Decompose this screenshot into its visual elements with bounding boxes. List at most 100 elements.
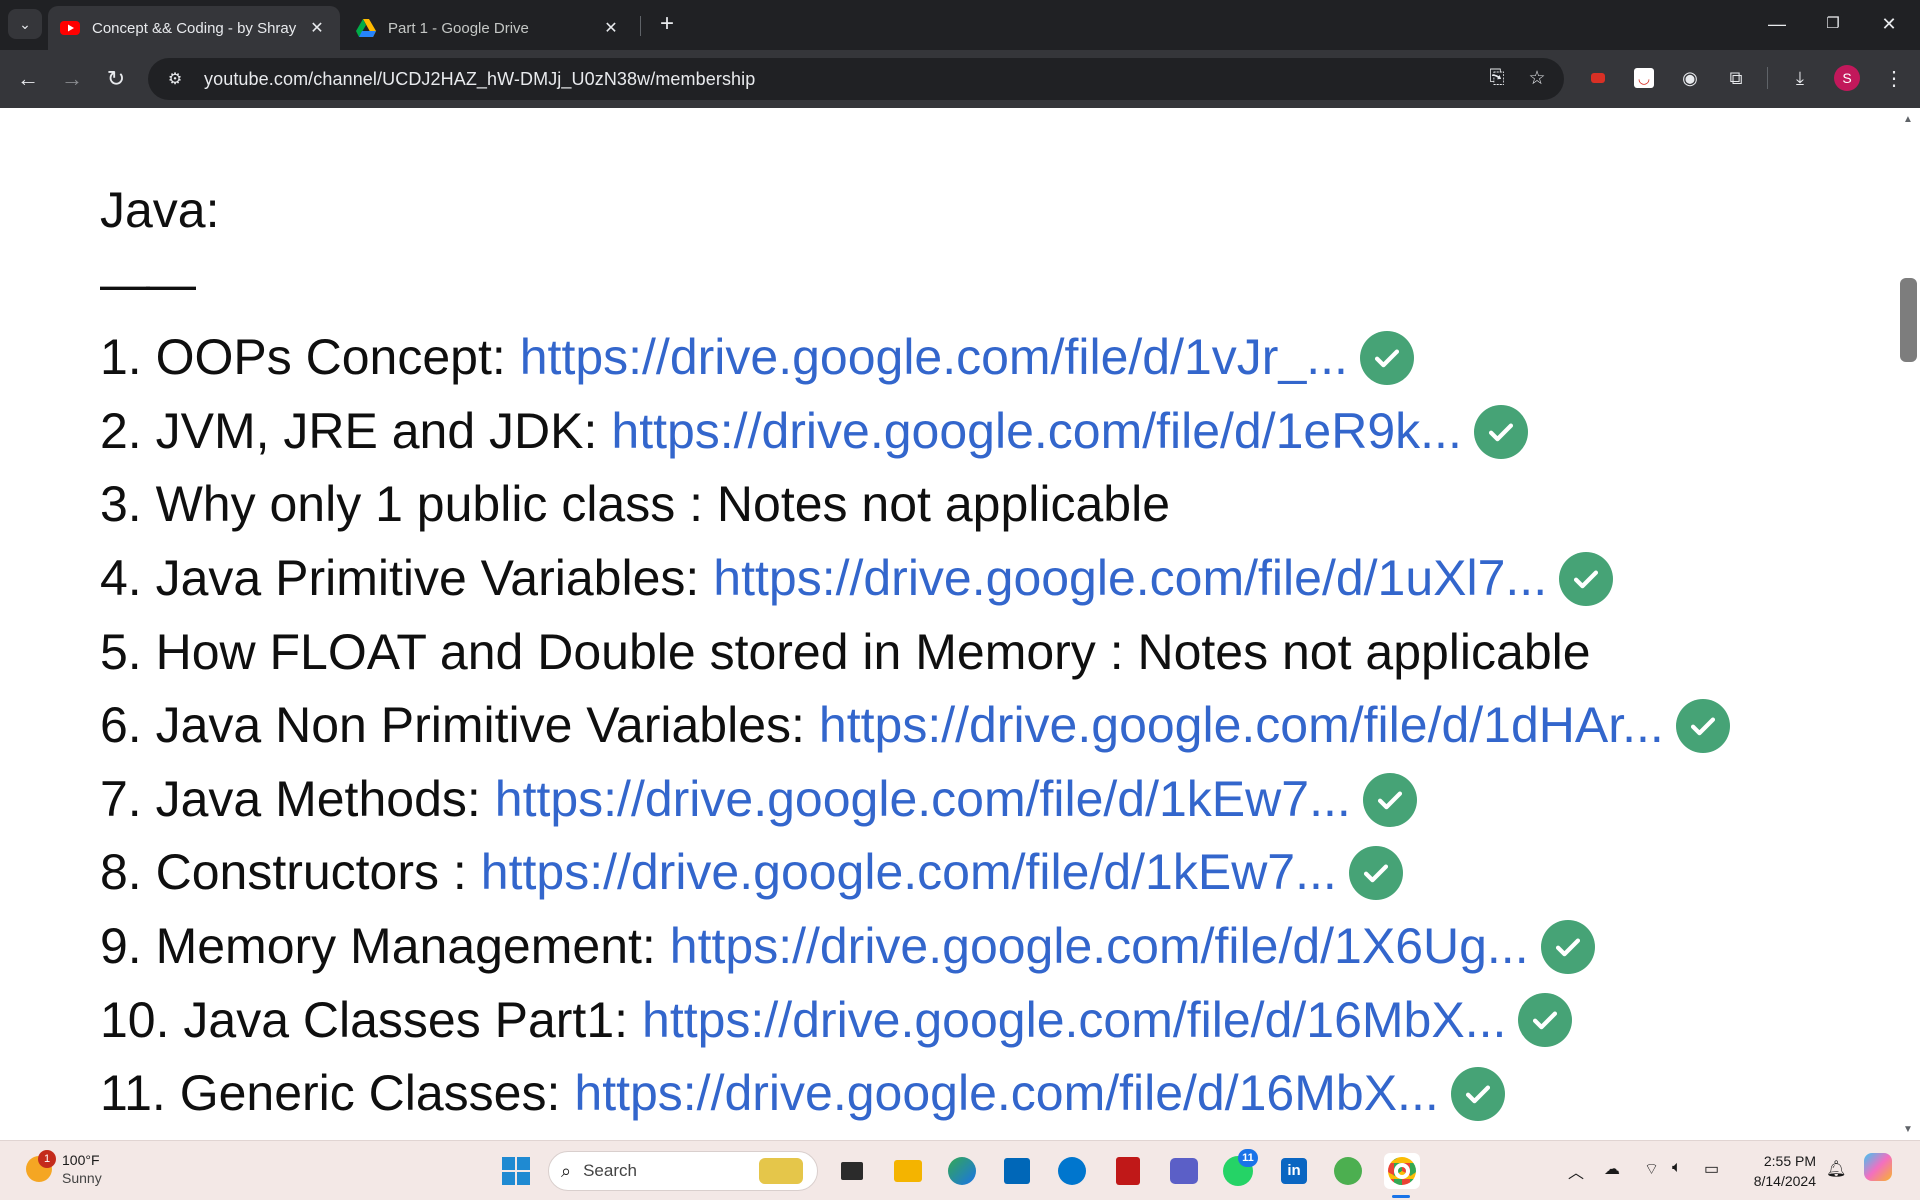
- edge-icon[interactable]: [944, 1153, 980, 1189]
- corn-doodle-icon: [759, 1158, 803, 1184]
- pocket-extension-icon[interactable]: ◡: [1630, 64, 1658, 92]
- tab-youtube[interactable]: Concept && Coding - by Shray ✕: [48, 6, 340, 50]
- taskbar-search[interactable]: ⌕ Search: [548, 1151, 818, 1191]
- tab-divider: [640, 16, 641, 36]
- new-tab-button[interactable]: +: [652, 12, 682, 38]
- volume-icon[interactable]: 🔈︎: [1672, 1159, 1682, 1177]
- drive-link[interactable]: https://drive.google.com/file/d/1eR9k...: [611, 395, 1461, 469]
- scroll-up-arrow[interactable]: ▲: [1899, 114, 1917, 128]
- scroll-down-arrow[interactable]: ▼: [1899, 1124, 1917, 1138]
- system-clock[interactable]: 2:55 PM 8/14/2024: [1740, 1151, 1816, 1191]
- install-app-icon[interactable]: ⎘: [1484, 67, 1510, 91]
- drive-link[interactable]: https://drive.google.com/file/d/1uXl7...: [713, 542, 1547, 616]
- extension-red-icon[interactable]: [1584, 64, 1612, 92]
- search-placeholder: Search: [583, 1161, 637, 1180]
- check-mark-icon: [1473, 404, 1528, 459]
- tab-title: Part 1 - Google Drive: [388, 19, 529, 37]
- windows-start-icon[interactable]: [498, 1153, 534, 1189]
- url-text[interactable]: youtube.com/channel/UCDJ2HAZ_hW-DMJj_U0z…: [204, 69, 755, 90]
- check-mark-icon: [1540, 919, 1595, 974]
- scrollbar-track[interactable]: [1898, 108, 1920, 1140]
- close-tab-icon[interactable]: ✕: [600, 18, 622, 38]
- whatsapp-icon[interactable]: 11: [1220, 1149, 1258, 1189]
- onedrive-cloud-icon[interactable]: ☁: [1604, 1159, 1620, 1179]
- youtube-icon: [60, 18, 80, 38]
- tab-search-button[interactable]: ⌄: [8, 9, 42, 39]
- menu-kebab-icon[interactable]: ⋮: [1880, 64, 1908, 92]
- item-label: 7. Java Methods:: [100, 770, 481, 827]
- bookmark-star-icon[interactable]: ☆: [1524, 67, 1550, 91]
- drive-link[interactable]: https://drive.google.com/file/d/16MbX...: [574, 1057, 1438, 1131]
- whatsapp-badge: 11: [1238, 1149, 1258, 1167]
- item-label: 10. Java Classes Part1:: [100, 991, 629, 1048]
- drive-link[interactable]: https://drive.google.com/file/d/1dHAr...: [819, 689, 1664, 763]
- chrome-icon[interactable]: [1384, 1153, 1420, 1189]
- google-drive-icon: [356, 18, 376, 38]
- list-item: 2. JVM, JRE and JDK: https://drive.google…: [100, 395, 1730, 469]
- list-item: 1. OOPs Concept: https://drive.google.com…: [100, 321, 1730, 395]
- windows-taskbar: 1 100°F Sunny ⌕ Search 11 in ︿ ☁ ⌔ 🔈︎ ▭ …: [0, 1140, 1920, 1200]
- green-app-icon[interactable]: [1330, 1153, 1366, 1189]
- browser-toolbar: ← → ↻ ⚙ youtube.com/channel/UCDJ2HAZ_hW-…: [0, 50, 1920, 108]
- weather-widget[interactable]: 1 100°F Sunny: [26, 1150, 102, 1187]
- toolbar-divider: [1767, 67, 1768, 89]
- list-item: 11. Generic Classes: https://drive.google…: [100, 1057, 1730, 1131]
- show-hidden-icons-chevron-icon[interactable]: ︿: [1568, 1159, 1584, 1183]
- clock-date: 8/14/2024: [1753, 1173, 1816, 1189]
- site-info-icon[interactable]: ⚙: [160, 69, 190, 89]
- notification-badge: 1: [38, 1150, 56, 1168]
- list-item: 3. Why only 1 public class : Notes not a…: [100, 468, 1730, 542]
- item-label: 1. OOPs Concept:: [100, 329, 506, 386]
- item-label: 9. Memory Management:: [100, 917, 656, 974]
- section-rule: ——: [100, 255, 196, 312]
- item-label: 11. Generic Classes:: [100, 1065, 561, 1122]
- check-mark-icon: [1348, 846, 1403, 901]
- reload-button[interactable]: ↻: [100, 63, 132, 95]
- sun-icon: 1: [26, 1150, 56, 1182]
- copilot-icon[interactable]: [1864, 1153, 1892, 1181]
- notification-bell-icon[interactable]: 🔔︎: [1826, 1159, 1846, 1179]
- dell-icon[interactable]: [1054, 1153, 1090, 1189]
- list-item: 8. Constructors : https://drive.google.co…: [100, 836, 1730, 910]
- profile-avatar[interactable]: S: [1834, 65, 1860, 91]
- clock-time: 2:55 PM: [1763, 1153, 1816, 1169]
- drive-link[interactable]: https://drive.google.com/file/d/1vJr_...: [520, 321, 1348, 395]
- close-window-button[interactable]: ✕: [1866, 10, 1912, 38]
- extensions-puzzle-icon[interactable]: ⧉: [1722, 64, 1750, 92]
- search-icon: ⌕: [561, 1160, 572, 1181]
- weather-temperature: 100°F: [62, 1152, 100, 1168]
- eye-extension-icon[interactable]: ◉: [1676, 64, 1704, 92]
- weather-condition: Sunny: [62, 1170, 102, 1186]
- check-mark-icon: [1675, 698, 1730, 753]
- list-item: 9. Memory Management: https://drive.googl…: [100, 910, 1730, 984]
- forward-button[interactable]: →: [56, 63, 88, 95]
- file-explorer-icon[interactable]: [890, 1153, 926, 1189]
- check-mark-icon: [1359, 330, 1414, 385]
- close-tab-icon[interactable]: ✕: [306, 18, 328, 38]
- teams-icon[interactable]: [1166, 1153, 1202, 1189]
- linkedin-icon[interactable]: in: [1276, 1153, 1312, 1189]
- item-label: 5. How FLOAT and Double stored in Memory…: [100, 623, 1591, 680]
- list-item: 7. Java Methods: https://drive.google.com…: [100, 763, 1730, 837]
- active-app-indicator: [1392, 1195, 1410, 1198]
- restore-button[interactable]: ❐: [1810, 10, 1856, 38]
- check-mark-icon: [1450, 1066, 1505, 1121]
- drive-link[interactable]: https://drive.google.com/file/d/16MbX...: [642, 984, 1506, 1058]
- drive-link[interactable]: https://drive.google.com/file/d/1kEw7...: [495, 763, 1351, 837]
- battery-icon[interactable]: ▭: [1704, 1159, 1719, 1179]
- minimize-button[interactable]: —: [1754, 10, 1800, 38]
- wifi-icon[interactable]: ⌔: [1644, 1159, 1659, 1179]
- tab-title: Concept && Coding - by Shray: [92, 19, 297, 37]
- list-item: 10. Java Classes Part1: https://drive.goo…: [100, 984, 1730, 1058]
- tab-google-drive[interactable]: Part 1 - Google Drive ✕: [344, 6, 634, 50]
- back-button[interactable]: ←: [12, 63, 44, 95]
- notes-text: Java: —— 1. OOPs Concept: https://drive.g…: [100, 174, 1730, 1131]
- drive-link[interactable]: https://drive.google.com/file/d/1kEw7...: [481, 836, 1337, 910]
- drive-link[interactable]: https://drive.google.com/file/d/1X6Ug...: [670, 910, 1529, 984]
- microsoft-store-icon[interactable]: [999, 1153, 1035, 1189]
- address-bar[interactable]: ⚙ youtube.com/channel/UCDJ2HAZ_hW-DMJj_U…: [148, 58, 1564, 100]
- scrollbar-thumb[interactable]: [1900, 278, 1917, 362]
- downloads-icon[interactable]: ⤓: [1786, 64, 1814, 92]
- mcafee-icon[interactable]: [1110, 1153, 1146, 1189]
- task-view-icon[interactable]: [834, 1153, 870, 1189]
